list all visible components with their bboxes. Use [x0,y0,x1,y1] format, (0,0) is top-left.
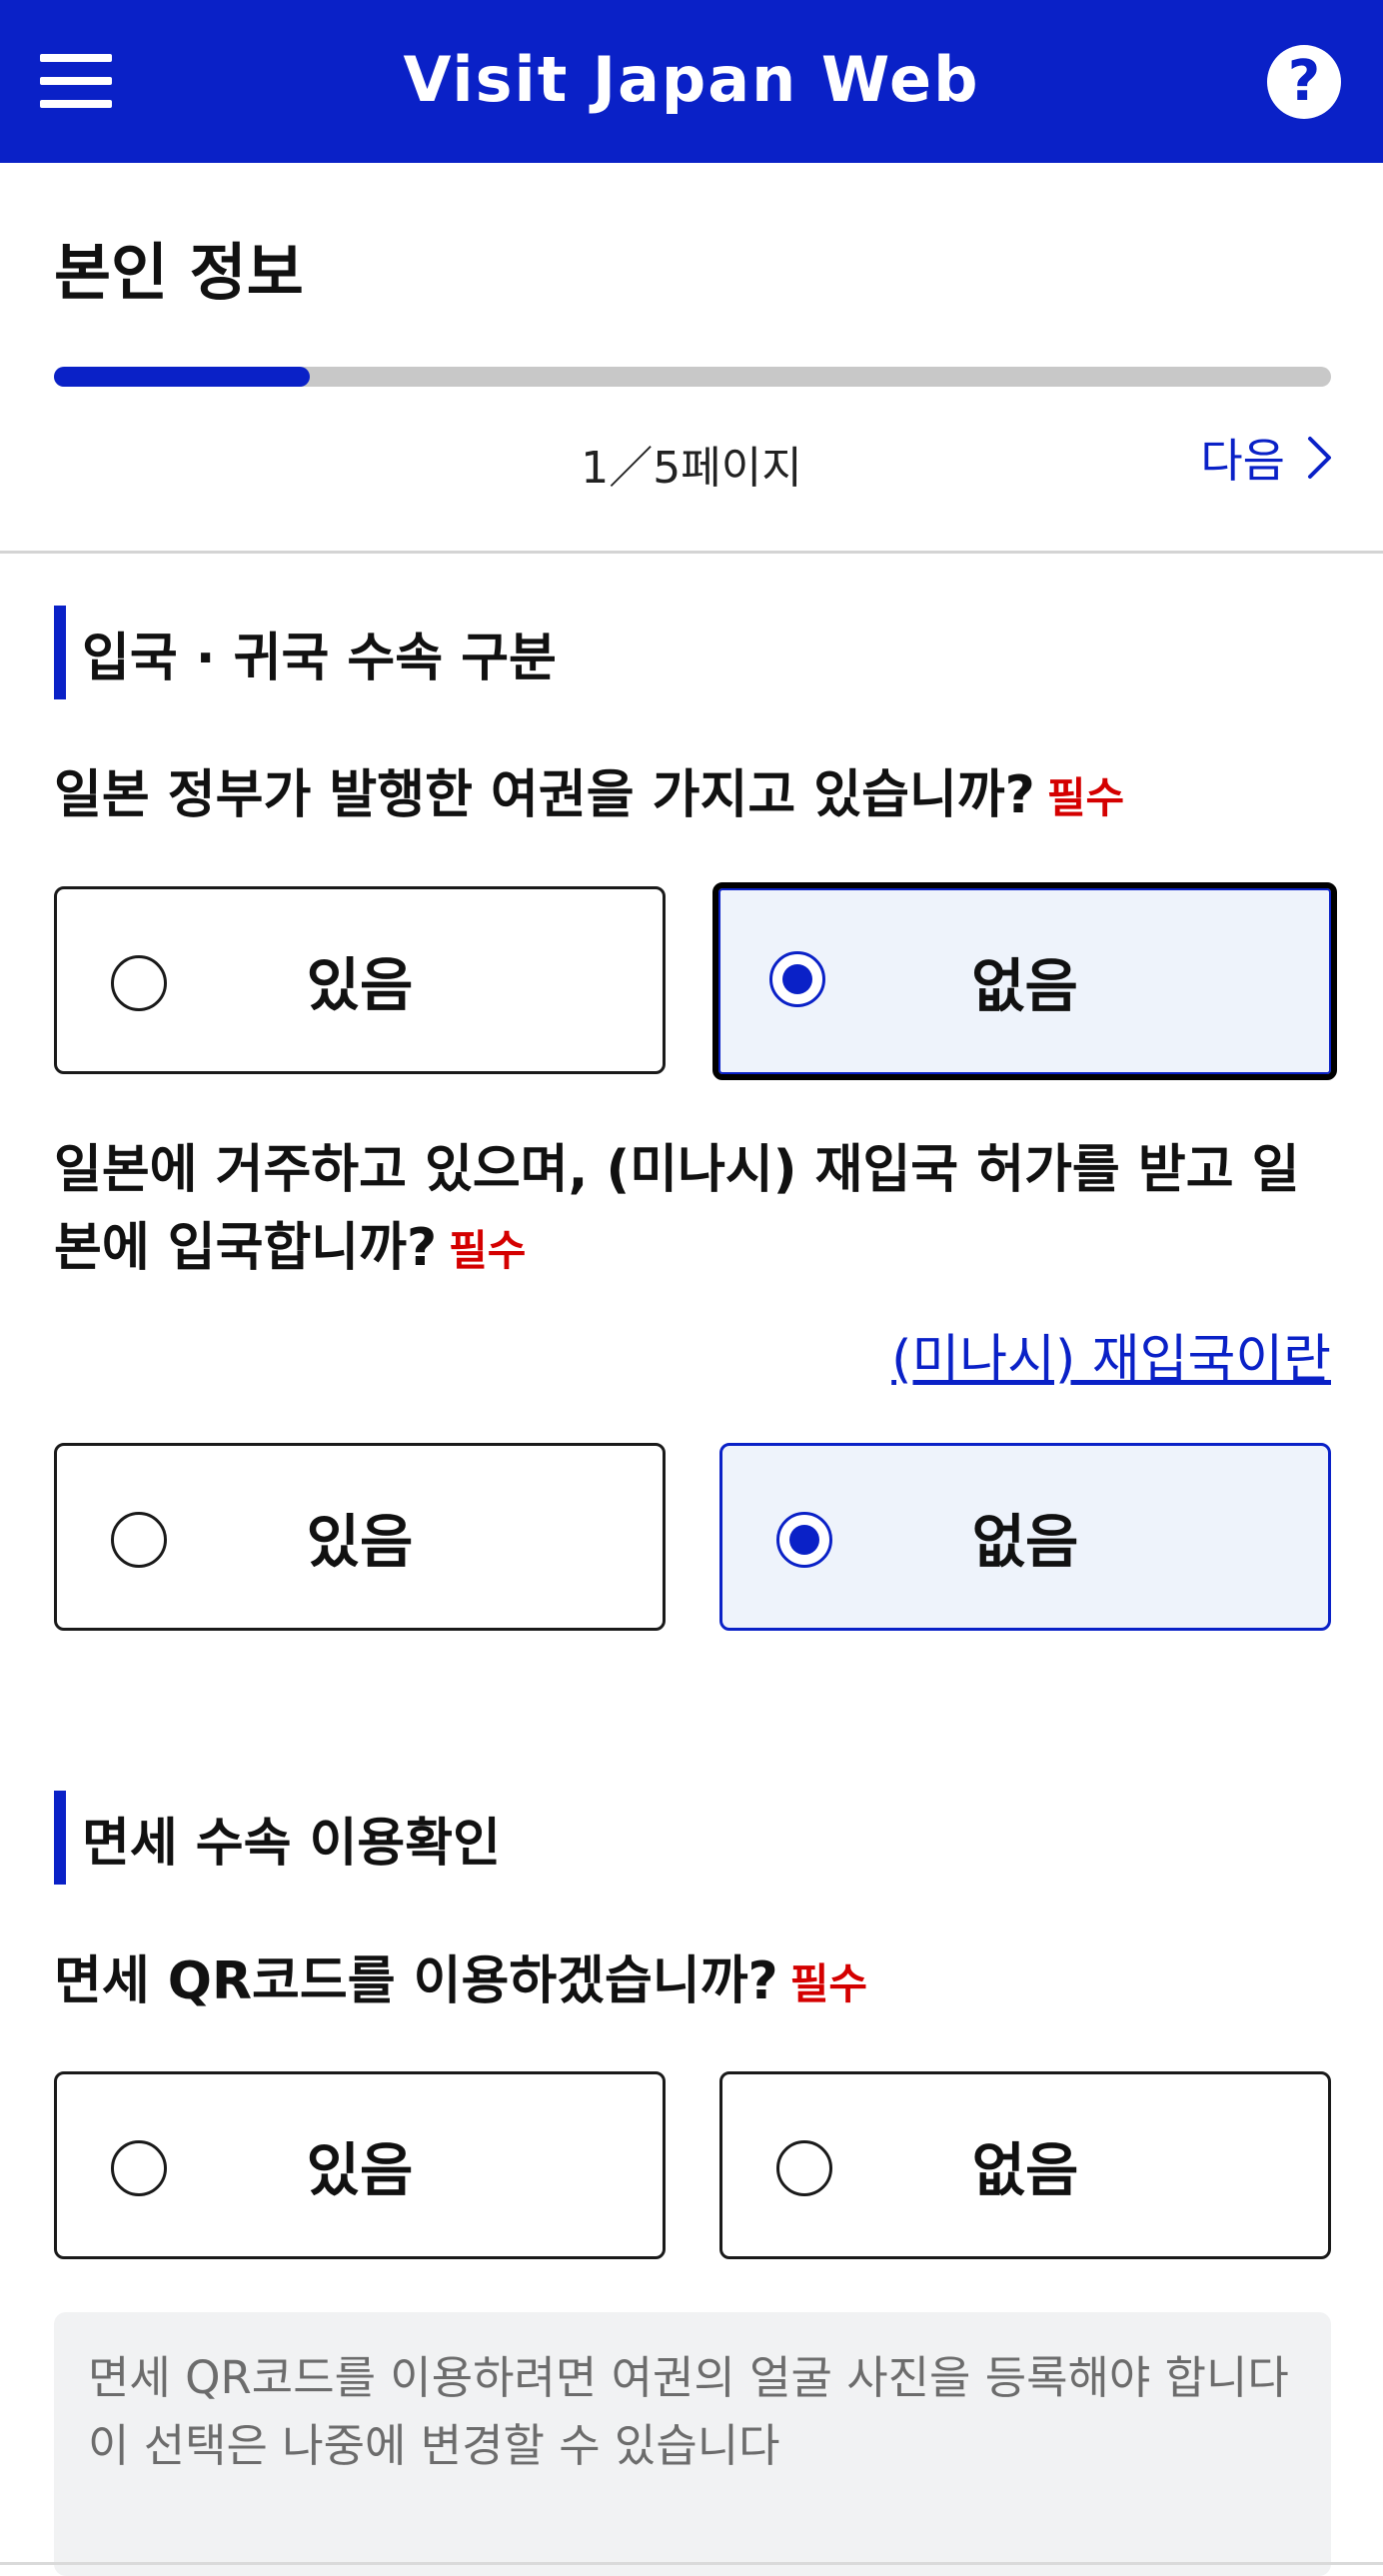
page-title: 본인 정보 [54,236,304,309]
question-japanese-passport: 일본 정부가 발행한 여권을 가지고 있습니까? 필수 [54,756,1343,837]
question-tax-free-qr: 면세 QR코드를 이용하겠습니까? 필수 [54,1942,1343,2023]
section-accent-bar [54,606,66,699]
app-title: Visit Japan Web [403,43,980,116]
option-label: 있음 [306,951,414,1019]
reentry-help-link[interactable]: (미나시) 재입국이란 [891,1317,1331,1392]
option-label: 없음 [971,952,1078,1020]
progress-bar [54,367,1331,387]
option-reentry-yes[interactable]: 있음 [54,1443,666,1631]
option-reentry-no[interactable]: 없음 [719,1443,1331,1631]
section-label: 면세 수속 이용확인 [82,1813,501,1874]
question-text: 면세 QR코드를 이용하겠습니까? [54,1951,778,2011]
question-text: 일본 정부가 발행한 여권을 가지고 있습니까? [54,765,1035,825]
section-heading-immigration: 입국 · 귀국 수속 구분 [54,606,557,699]
bottom-divider [0,2562,1383,2565]
option-label: 없음 [971,1508,1079,1576]
page-indicator: 1／5페이지 [581,443,802,494]
question-reentry-permit: 일본에 거주하고 있으며, (미나시) 재입국 허가를 받고 일본에 입국합니까… [54,1131,1343,1290]
question-text: 일본에 거주하고 있으며, (미나시) 재입국 허가를 받고 일본에 입국합니까… [54,1140,1300,1278]
question-circle-icon[interactable]: ? [1267,45,1341,119]
option-taxfree-no[interactable]: 없음 [719,2071,1331,2259]
note-line: 이 선택은 나중에 변경할 수 있습니다 [88,2419,780,2472]
required-badge: 필수 [449,1226,527,1275]
header-divider [0,551,1383,554]
option-passport-no[interactable]: 없음 [712,882,1337,1080]
section-heading-tax-free: 면세 수속 이용확인 [54,1791,501,1885]
option-label: 없음 [971,2136,1079,2204]
app-header: Visit Japan Web ? [0,0,1383,163]
option-label: 있음 [306,2136,414,2204]
required-badge: 필수 [789,1959,867,2008]
section-label: 입국 · 귀국 수속 구분 [82,628,557,688]
section-accent-bar [54,1791,66,1885]
next-label: 다음 [1200,434,1285,488]
info-note: 면세 QR코드를 이용하려면 여권의 얼굴 사진을 등록해야 합니다 이 선택은… [54,2312,1331,2576]
required-badge: 필수 [1046,773,1125,822]
option-label: 있음 [306,1508,414,1576]
note-line: 면세 QR코드를 이용하려면 여권의 얼굴 사진을 등록해야 합니다 [88,2351,1289,2404]
next-page-button[interactable]: 다음 [1200,425,1333,491]
chevron-right-icon [1308,437,1331,479]
progress-fill [54,367,310,387]
option-passport-yes[interactable]: 있음 [54,886,666,1074]
option-taxfree-yes[interactable]: 있음 [54,2071,666,2259]
